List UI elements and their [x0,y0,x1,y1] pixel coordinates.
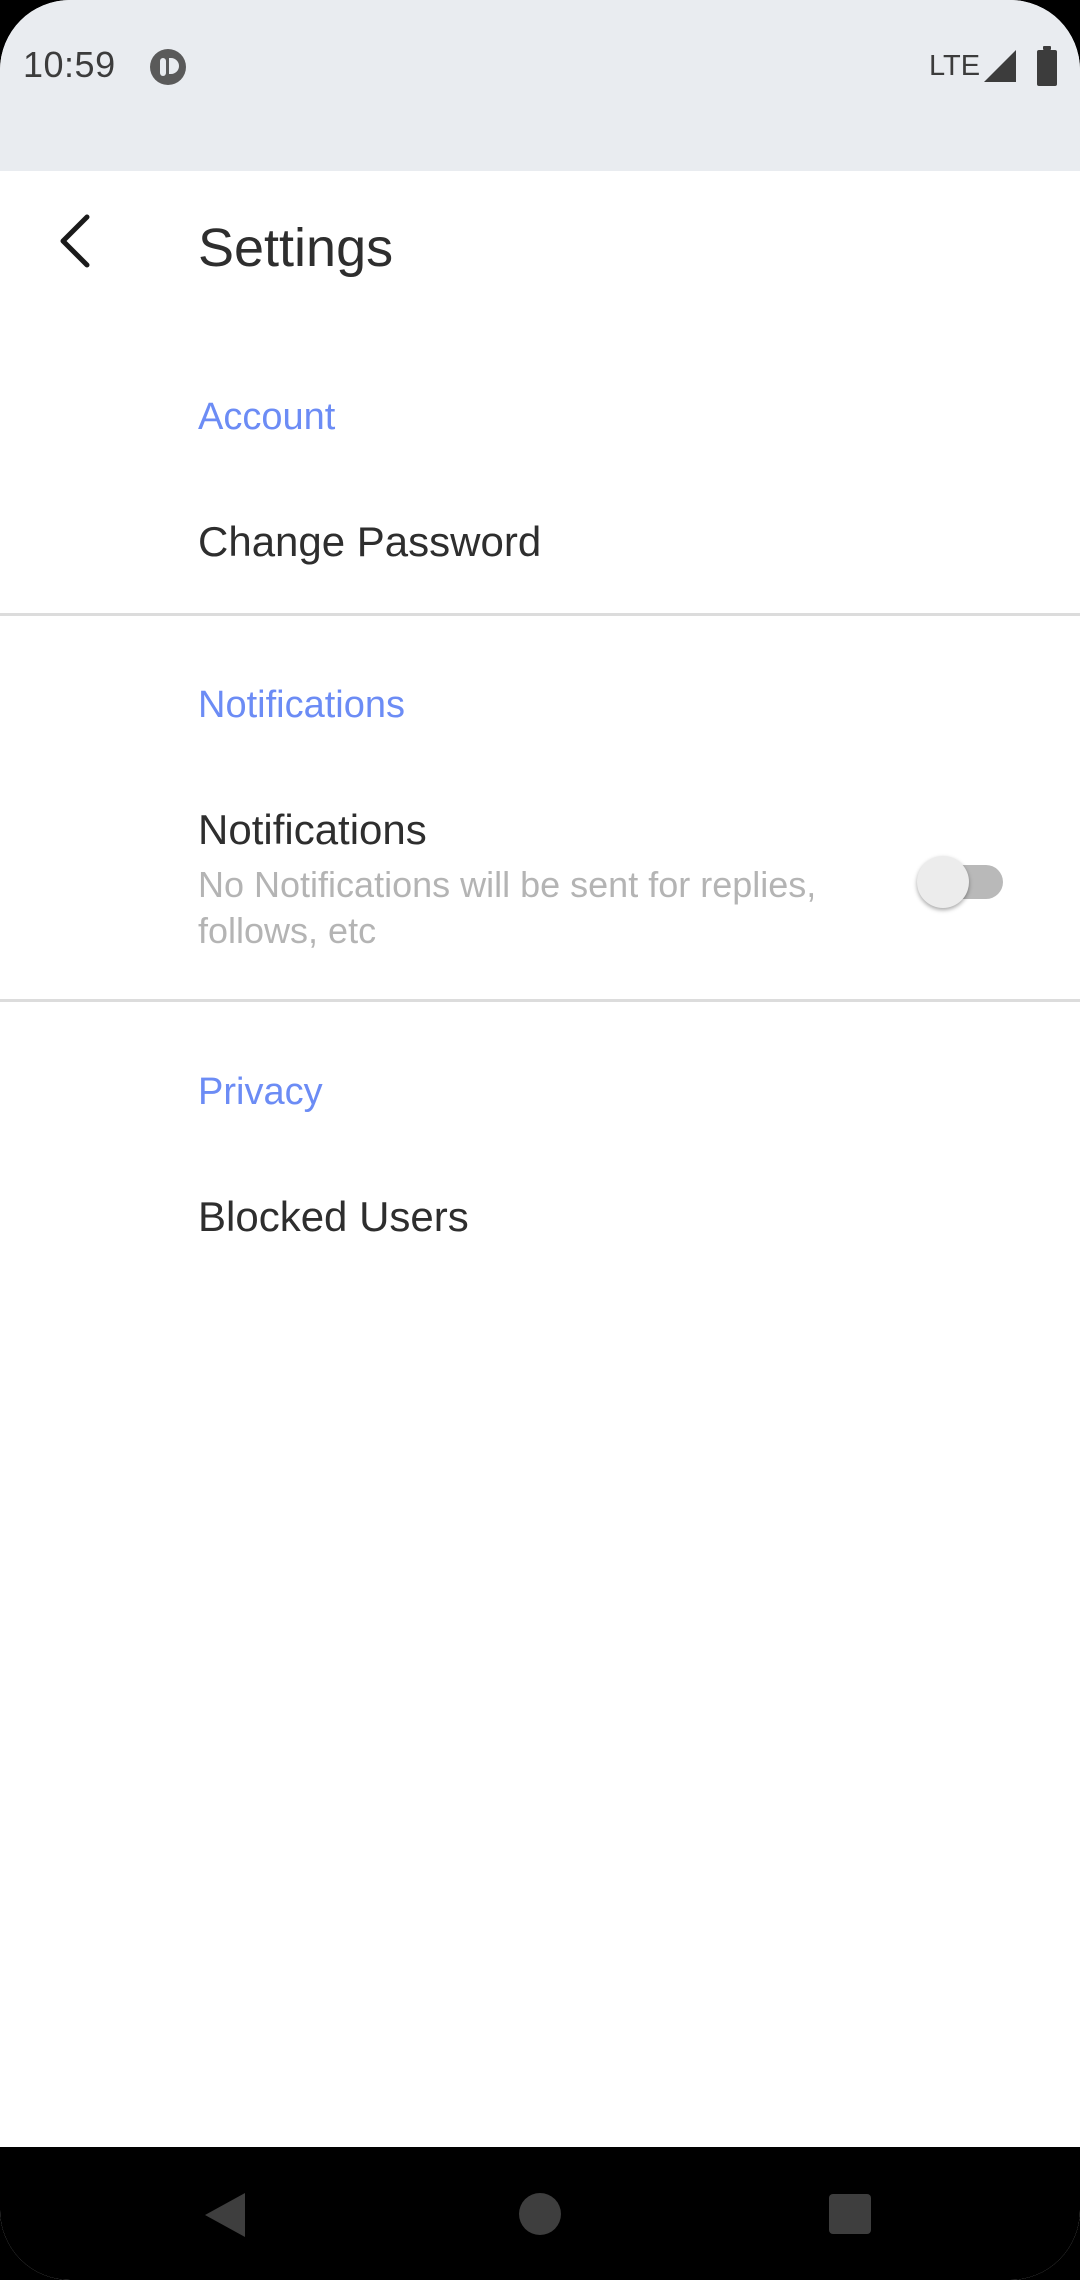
section-header-privacy: Privacy [198,1071,323,1113]
divider [0,613,1080,616]
network-type: LTE [929,50,981,82]
back-arrow-icon [60,214,90,268]
section-header-notifications: Notifications [198,684,405,726]
blocked-users-item[interactable]: Blocked Users [0,1155,1080,1287]
page-title: Settings [198,218,394,278]
section-header-account: Account [198,396,336,438]
status-time: 10:59 [23,44,116,85]
screen: 10:59 LTE Settings Account Change Passwo… [0,0,1080,2280]
nav-home-icon[interactable] [519,2193,561,2235]
signal-icon [984,50,1016,82]
notifications-summary: No Notifications will be sent for replie… [198,864,817,951]
battery-icon [1037,46,1057,86]
blocked-users-label: Blocked Users [198,1193,469,1240]
change-password-item[interactable]: Change Password [0,480,1080,612]
status-bar: 10:59 LTE [0,0,1080,171]
nav-bar [0,2147,1080,2280]
nav-recents-icon[interactable] [829,2194,871,2234]
toggle-thumb [917,856,969,908]
app-bar: Settings [0,171,1080,331]
nav-back-icon[interactable] [203,2191,247,2239]
notifications-label: Notifications [198,806,427,853]
back-button[interactable] [36,201,116,281]
app-notification-icon [150,49,186,85]
change-password-label: Change Password [198,518,542,565]
notifications-toggle[interactable] [917,848,1007,908]
divider [0,999,1080,1002]
